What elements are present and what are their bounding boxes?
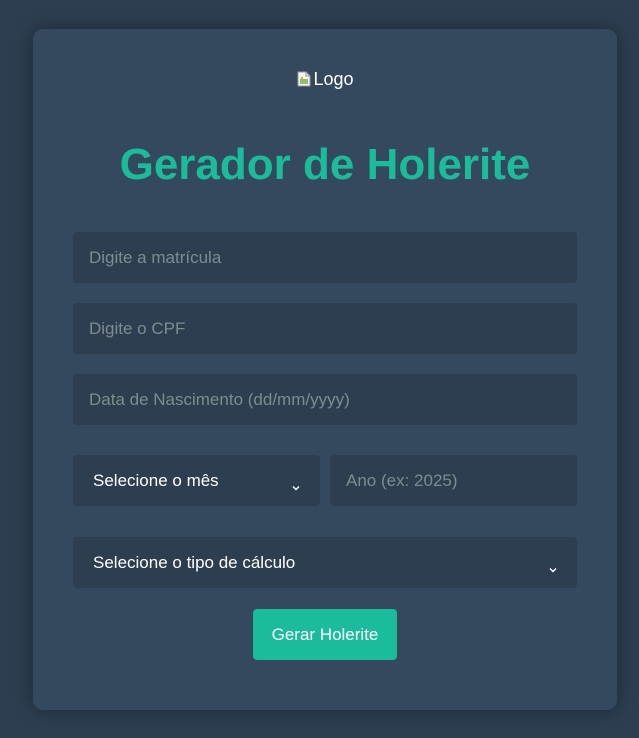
ano-input[interactable] (330, 455, 577, 506)
logo: Logo (33, 68, 617, 90)
holerite-card: Logo Gerador de Holerite Selecione o mês… (33, 29, 617, 710)
mes-select[interactable]: Selecione o mês (73, 455, 320, 506)
logo-alt-text: Logo (313, 69, 354, 89)
tipo-calculo-select[interactable]: Selecione o tipo de cálculo (73, 537, 577, 588)
page-title: Gerador de Holerite (119, 140, 531, 189)
data-nascimento-input[interactable] (73, 374, 577, 425)
chevron-down-icon (292, 477, 300, 490)
mes-select-value: Selecione o mês (93, 470, 219, 490)
broken-image-icon (296, 70, 312, 87)
matricula-input[interactable] (73, 232, 577, 283)
tipo-calculo-select-value: Selecione o tipo de cálculo (93, 552, 296, 572)
chevron-down-icon (549, 559, 557, 572)
gerar-holerite-button[interactable]: Gerar Holerite (253, 609, 397, 660)
cpf-input[interactable] (73, 303, 577, 354)
